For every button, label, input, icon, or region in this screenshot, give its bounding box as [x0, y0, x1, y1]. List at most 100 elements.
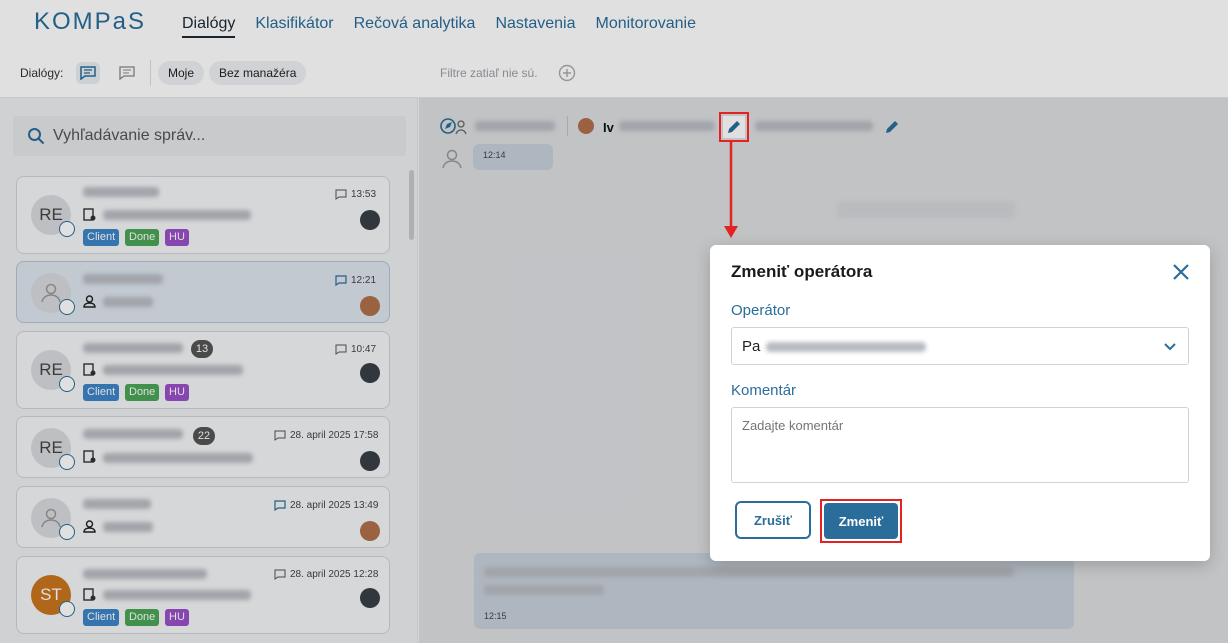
contact-name	[83, 569, 207, 579]
operator-name-blurred	[619, 121, 715, 131]
message-bubble: 12:15	[474, 553, 1074, 629]
chip-mine[interactable]: Moje	[158, 61, 205, 85]
operator-value: Pa	[742, 338, 761, 355]
compass-icon	[59, 454, 75, 470]
operator-avatar	[360, 451, 380, 471]
change-operator-dialog: Zmeniť operátora Operátor Pa Komentár Zr…	[710, 245, 1210, 561]
dialog-card[interactable]: RE 22 28. april 2025 17:58	[16, 416, 390, 478]
message-search[interactable]: Vyhľadávanie správ...	[13, 116, 406, 156]
dialog-card[interactable]: ST 28. april 2025 12:28 Client Done HU	[16, 556, 390, 634]
search-icon	[28, 128, 45, 145]
chat-icon	[274, 500, 286, 511]
main-nav: Dialógy Klasifikátor Rečová analytika Na…	[182, 15, 696, 38]
badge-hu: HU	[165, 229, 189, 246]
operator-email	[766, 342, 926, 352]
time: 10:47	[335, 344, 376, 355]
operator-avatar	[578, 118, 594, 134]
last-message	[103, 453, 253, 463]
last-message	[103, 522, 153, 532]
badge-client: Client	[83, 384, 120, 401]
dialog-card[interactable]: 28. april 2025 13:49	[16, 486, 390, 548]
badge-client: Client	[83, 229, 120, 246]
person-icon	[83, 295, 96, 308]
comment-label: Komentár	[731, 382, 797, 399]
chip-no-manager[interactable]: Bez manažéra	[209, 61, 307, 85]
chevron-down-icon[interactable]	[1162, 340, 1178, 354]
highlight-confirm	[820, 499, 902, 543]
nav-dialogs[interactable]: Dialógy	[182, 15, 236, 38]
document-icon	[83, 208, 96, 221]
compass-icon	[59, 299, 75, 315]
compass-icon	[59, 601, 75, 617]
pencil-icon[interactable]	[881, 116, 903, 138]
contact-email	[755, 121, 873, 131]
operator-avatar	[360, 588, 380, 608]
time: 12:21	[335, 275, 376, 286]
unread-count: 22	[193, 427, 215, 445]
cancel-button[interactable]: Zrušiť	[735, 501, 811, 539]
top-bar: KOMPaS Dialógy Klasifikátor Rečová analy…	[0, 0, 1228, 50]
divider	[567, 116, 568, 136]
time: 28. april 2025 13:49	[274, 500, 378, 511]
operator-label: Operátor	[731, 302, 791, 319]
nav-settings[interactable]: Nastavenia	[495, 15, 575, 38]
document-icon	[83, 588, 96, 601]
filter-bar: Dialógy: Moje Bez manažéra Filtre zatiaľ…	[0, 50, 1228, 98]
app-logo[interactable]: KOMPaS	[34, 8, 146, 36]
operator-avatar	[360, 296, 380, 316]
document-icon	[83, 363, 96, 376]
nav-speech-analytics[interactable]: Rečová analytika	[354, 15, 476, 38]
chat-icon	[335, 189, 347, 200]
operator-select[interactable]: Pa	[731, 327, 1189, 365]
close-icon[interactable]	[1170, 261, 1192, 283]
last-message	[103, 210, 251, 220]
divider	[150, 60, 151, 86]
system-message	[837, 202, 1015, 218]
comment-field[interactable]	[731, 407, 1189, 483]
user-icon	[41, 283, 61, 303]
badge-done: Done	[125, 384, 160, 401]
dialog-card[interactable]: RE 13 10:47 Client Done HU	[16, 331, 390, 409]
badge-client: Client	[83, 609, 120, 626]
dialog-card[interactable]: RE 13:53 Client Done HU	[16, 176, 390, 254]
badge-done: Done	[125, 229, 160, 246]
operator-avatar	[360, 521, 380, 541]
contact-name	[83, 274, 163, 284]
operator-name: Iv	[603, 120, 614, 135]
highlight-edit-operator	[719, 112, 749, 142]
badge-done: Done	[125, 609, 160, 626]
contact-phone	[475, 121, 555, 131]
message-bubble: 12:14	[473, 144, 553, 170]
arrow-down-icon	[724, 140, 738, 238]
nav-monitoring[interactable]: Monitorovanie	[596, 15, 697, 38]
unread-count: 13	[191, 340, 213, 358]
dialog-card-selected[interactable]: 12:21	[16, 261, 390, 323]
search-placeholder: Vyhľadávanie správ...	[53, 127, 206, 144]
person-icon	[83, 520, 96, 533]
channel-icon	[440, 118, 467, 135]
chat-icon	[274, 569, 286, 580]
chat-outline-icon[interactable]	[115, 62, 139, 84]
user-icon	[442, 149, 462, 169]
contact-name	[83, 343, 183, 353]
chat-icon	[335, 275, 347, 286]
scrollbar-thumb[interactable]	[409, 170, 414, 240]
chat-filter-icon[interactable]	[76, 62, 100, 84]
badge-hu: HU	[165, 609, 189, 626]
last-message	[103, 365, 243, 375]
add-filter-icon[interactable]	[558, 64, 576, 87]
compass-icon	[59, 524, 75, 540]
contact-name	[83, 187, 159, 197]
dialogs-label: Dialógy:	[20, 66, 64, 80]
operator-avatar	[360, 210, 380, 230]
chat-icon	[274, 430, 286, 441]
compass-icon	[59, 376, 75, 392]
nav-classifier[interactable]: Klasifikátor	[255, 15, 333, 38]
last-message	[103, 590, 251, 600]
contact-name	[83, 429, 183, 439]
time: 28. april 2025 17:58	[274, 430, 378, 441]
time: 13:53	[335, 189, 376, 200]
chat-icon	[335, 344, 347, 355]
document-icon	[83, 450, 96, 463]
contact-name	[83, 499, 151, 509]
